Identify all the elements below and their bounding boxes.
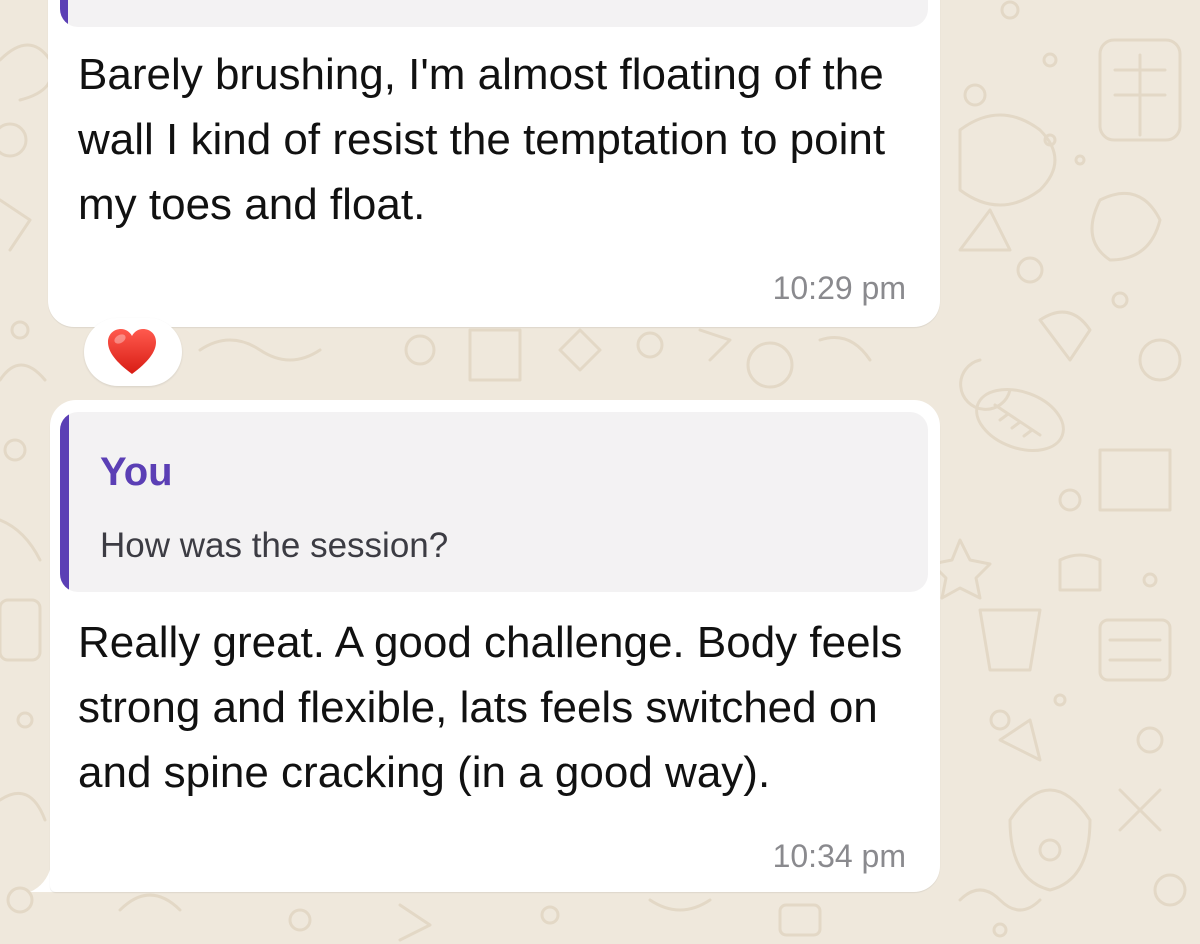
- quote-author: You: [100, 450, 173, 494]
- message-text: Barely brushing, I'm almost floating of …: [78, 50, 886, 229]
- heart-icon: [108, 329, 156, 374]
- quoted-reply[interactable]: You How was the session?: [60, 412, 928, 592]
- quote-accent-bar: [60, 0, 68, 27]
- message-timestamp: 10:34 pm: [772, 838, 906, 874]
- message-reaction[interactable]: [84, 318, 182, 386]
- quoted-reply-preview[interactable]: [60, 0, 928, 27]
- message-bubble[interactable]: Barely brushing, I'm almost floating of …: [48, 0, 940, 327]
- message-timestamp: 10:29 pm: [772, 270, 906, 306]
- message-text: Really great. A good challenge. Body fee…: [78, 618, 903, 797]
- quote-accent-bar: [60, 412, 69, 592]
- message-bubble[interactable]: You How was the session? Really great. A…: [50, 400, 940, 892]
- quote-text: How was the session?: [100, 526, 449, 565]
